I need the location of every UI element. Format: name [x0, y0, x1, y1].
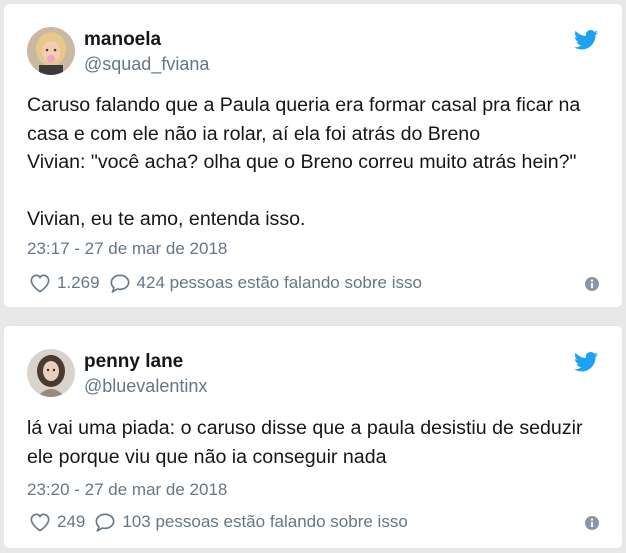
- tweet-text-line: ele porque viu que não ia conseguir nada: [27, 445, 387, 468]
- comment-bubble-icon[interactable]: [94, 512, 116, 532]
- tweet-text-line: Vivian, eu te amo, entenda isso.: [27, 208, 306, 230]
- username[interactable]: @squad_fviana: [84, 54, 209, 75]
- tweet-text-line: Caruso falando que a Paula queria era fo…: [27, 94, 581, 116]
- tweet-card: manoela @squad_fviana Caruso falando que…: [3, 3, 623, 308]
- like-count[interactable]: 249: [57, 512, 85, 532]
- tweet-text-line: casa e com ele não ia rolar, aí ela foi …: [27, 122, 481, 145]
- tweet-text-line: [27, 177, 602, 206]
- like-count[interactable]: 1.269: [57, 273, 100, 293]
- tweet-text: lá vai uma piada: o caruso disse que a p…: [27, 414, 602, 471]
- avatar[interactable]: [27, 27, 75, 75]
- tweet-text-line: lá vai uma piada: o caruso disse que a p…: [27, 417, 583, 439]
- conversation-count[interactable]: 424 pessoas estão falando sobre isso: [137, 273, 422, 293]
- heart-icon[interactable]: [29, 512, 51, 532]
- timestamp[interactable]: 23:20 - 27 de mar de 2018: [27, 480, 227, 500]
- avatar[interactable]: [27, 349, 75, 397]
- tweet-card: penny lane @bluevalentinx lá vai uma pia…: [3, 325, 623, 549]
- comment-bubble-icon[interactable]: [109, 273, 131, 293]
- tweet-actions: 249 103 pessoas estão falando sobre isso: [29, 512, 408, 532]
- conversation-count[interactable]: 103 pessoas estão falando sobre isso: [122, 512, 407, 532]
- timestamp[interactable]: 23:17 - 27 de mar de 2018: [27, 239, 227, 259]
- tweet-text-line: Vivian: "você acha? olha que o Breno cor…: [27, 151, 577, 173]
- username[interactable]: @bluevalentinx: [84, 376, 207, 397]
- heart-icon[interactable]: [29, 273, 51, 293]
- tweet-actions: 1.269 424 pessoas estão falando sobre is…: [29, 273, 422, 293]
- tweet-text: Caruso falando que a Paula queria era fo…: [27, 91, 602, 234]
- twitter-bird-icon[interactable]: [574, 352, 598, 372]
- display-name[interactable]: manoela: [84, 29, 161, 51]
- info-icon[interactable]: [584, 276, 600, 292]
- twitter-bird-icon[interactable]: [574, 30, 598, 50]
- info-icon[interactable]: [584, 515, 600, 531]
- display-name[interactable]: penny lane: [84, 351, 183, 373]
